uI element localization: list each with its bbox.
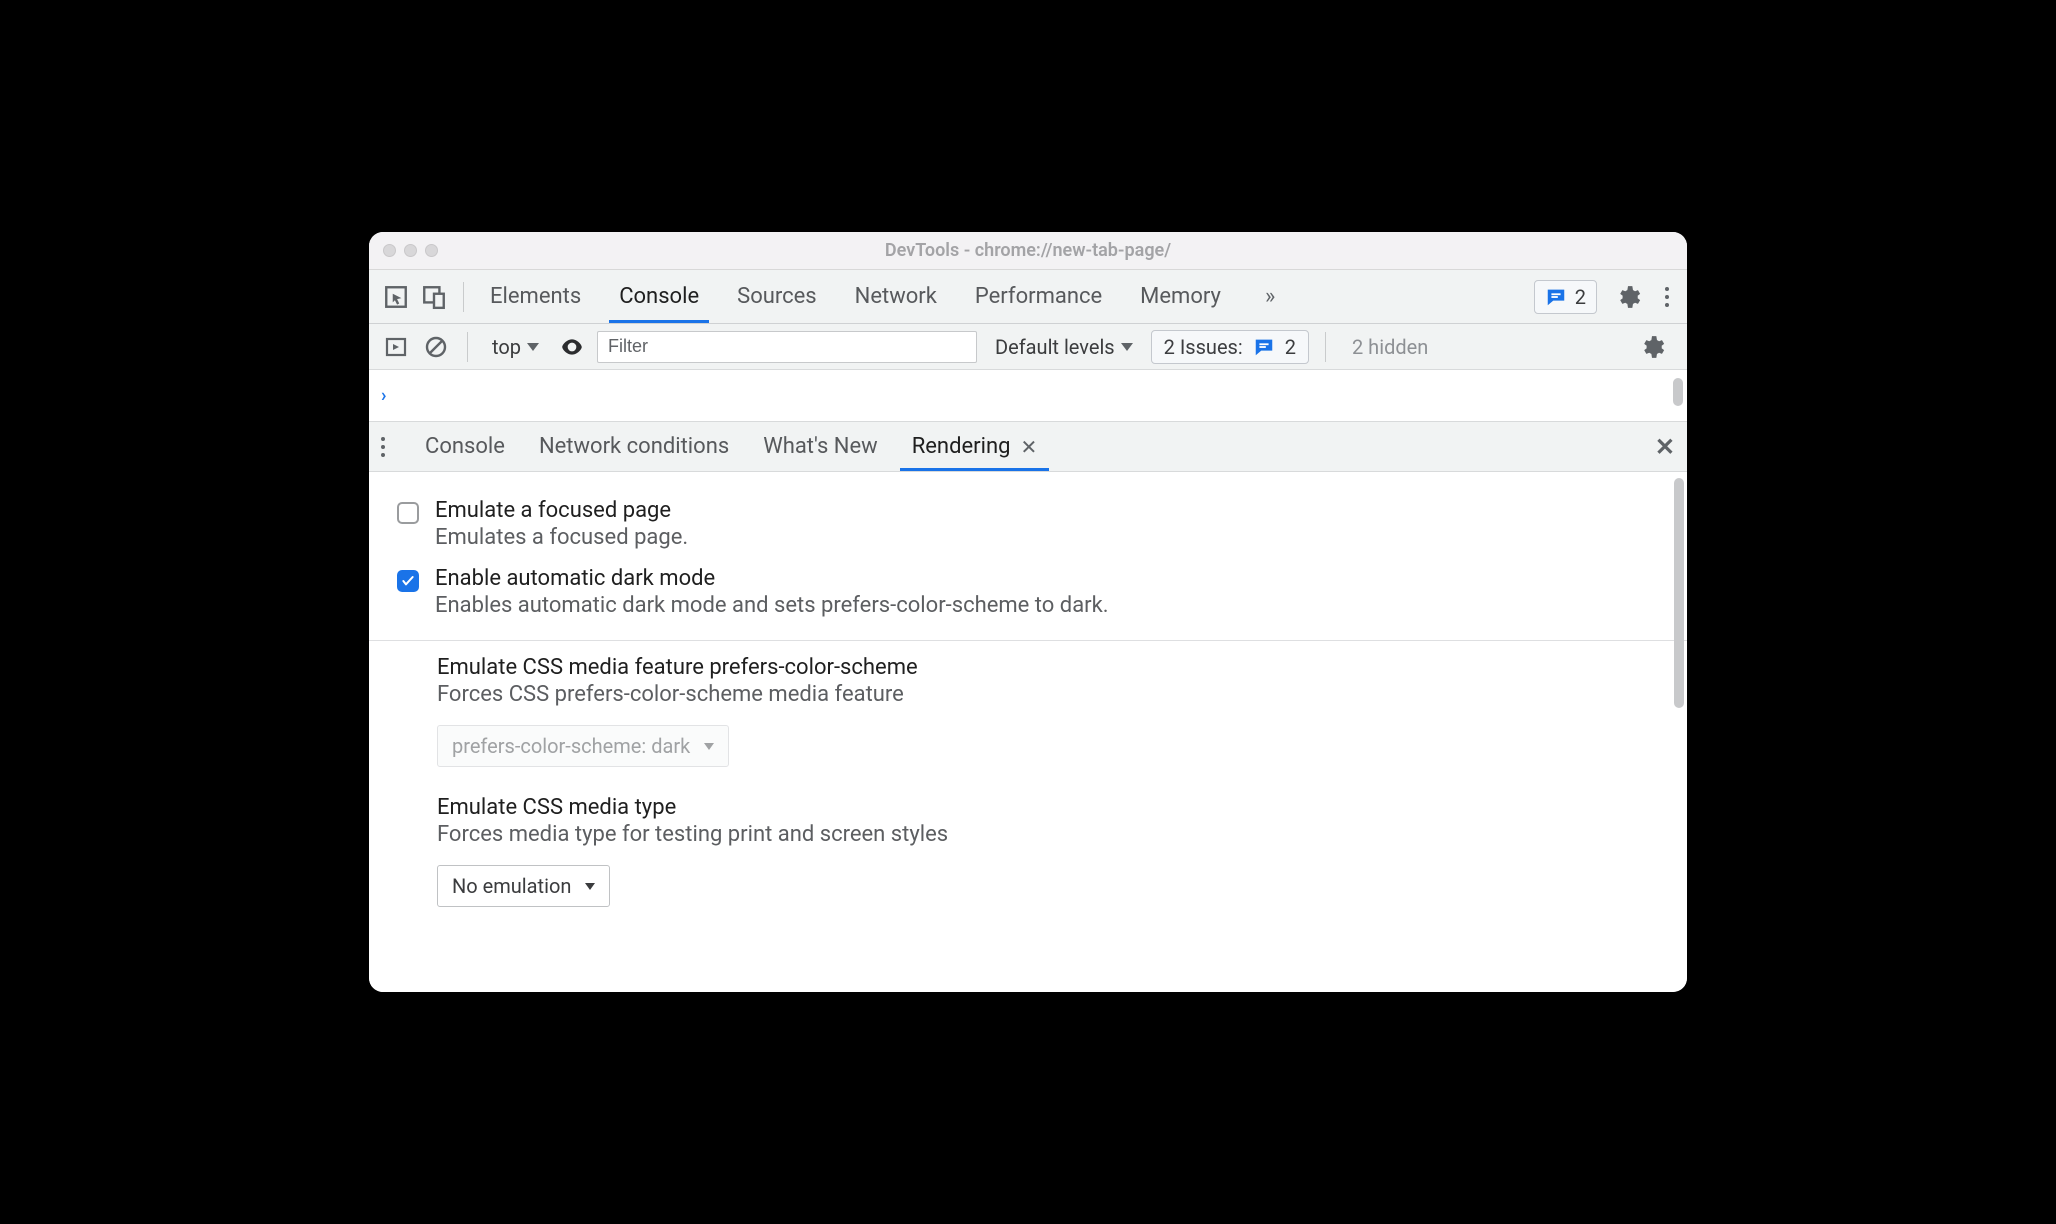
close-drawer-button[interactable]: ✕ (1655, 433, 1675, 461)
messages-count: 2 (1575, 285, 1586, 309)
close-tab-icon[interactable]: ✕ (1020, 435, 1037, 459)
divider (369, 640, 1687, 641)
console-filter-input[interactable] (597, 331, 977, 363)
option-prefers-color-scheme: Emulate CSS media feature prefers-color-… (437, 655, 1659, 767)
drawer-more-button[interactable] (381, 437, 385, 457)
option-title: Enable automatic dark mode (435, 566, 1109, 591)
more-options-button[interactable] (1659, 287, 1675, 307)
devtools-window: DevTools - chrome://new-tab-page/ Elemen… (369, 232, 1687, 992)
drawer-tabbar: Console Network conditions What's New Re… (369, 422, 1687, 472)
log-levels-label: Default levels (995, 335, 1115, 359)
chevron-down-icon (704, 743, 714, 750)
option-description: Emulates a focused page. (435, 525, 688, 550)
drawer-tab-rendering[interactable]: Rendering ✕ (910, 423, 1040, 470)
select-value: prefers-color-scheme: dark (452, 734, 690, 758)
option-description: Forces media type for testing print and … (437, 822, 1659, 847)
separator (467, 332, 468, 362)
tab-memory[interactable]: Memory (1138, 271, 1223, 322)
main-tabs: Elements Console Sources Network Perform… (488, 271, 1526, 322)
tab-elements[interactable]: Elements (488, 271, 583, 322)
option-media-type: Emulate CSS media type Forces media type… (437, 795, 1659, 907)
scrollbar-thumb[interactable] (1673, 378, 1683, 406)
message-icon (1253, 336, 1275, 358)
option-title: Emulate CSS media type (437, 795, 1659, 820)
titlebar: DevTools - chrome://new-tab-page/ (369, 232, 1687, 270)
checkbox-emulate-focused[interactable] (397, 502, 419, 524)
clear-console-icon[interactable] (421, 332, 451, 362)
tab-sources[interactable]: Sources (735, 271, 819, 322)
toggle-sidebar-icon[interactable] (381, 332, 411, 362)
log-levels-selector[interactable]: Default levels (987, 335, 1141, 359)
scrollbar-thumb[interactable] (1674, 478, 1684, 708)
context-label: top (492, 335, 521, 359)
drawer-tab-label: Rendering (912, 434, 1011, 459)
chevron-down-icon (527, 343, 539, 351)
tab-network[interactable]: Network (853, 271, 939, 322)
console-prompt-area[interactable]: › (369, 370, 1687, 422)
hidden-messages-link[interactable]: 2 hidden (1352, 335, 1428, 359)
context-selector[interactable]: top (484, 335, 547, 359)
media-type-select[interactable]: No emulation (437, 865, 610, 907)
prefers-color-scheme-select[interactable]: prefers-color-scheme: dark (437, 725, 729, 767)
option-description: Forces CSS prefers-color-scheme media fe… (437, 682, 1659, 707)
option-title: Emulate CSS media feature prefers-color-… (437, 655, 1659, 680)
console-toolbar: top Default levels 2 Issues: 2 2 hidden (369, 324, 1687, 370)
drawer-tab-label: What's New (763, 434, 878, 459)
drawer-tab-console[interactable]: Console (423, 423, 507, 470)
option-title: Emulate a focused page (435, 498, 688, 523)
issues-label: 2 Issues: (1164, 335, 1243, 359)
select-value: No emulation (452, 874, 571, 898)
settings-button[interactable] (1615, 284, 1641, 310)
separator (463, 282, 464, 312)
option-enable-dark-mode: Enable automatic dark mode Enables autom… (397, 558, 1659, 626)
zoom-window-button[interactable] (425, 244, 438, 257)
option-emulate-focused-page: Emulate a focused page Emulates a focuse… (397, 490, 1659, 558)
close-window-button[interactable] (383, 244, 396, 257)
tab-console[interactable]: Console (617, 271, 701, 322)
window-title: DevTools - chrome://new-tab-page/ (369, 240, 1687, 261)
live-expression-icon[interactable] (557, 332, 587, 362)
chevron-down-icon (1121, 343, 1133, 351)
tab-performance[interactable]: Performance (973, 271, 1104, 322)
device-toggle-icon[interactable] (419, 282, 449, 312)
inspect-element-icon[interactable] (381, 282, 411, 312)
checkbox-enable-dark-mode[interactable] (397, 570, 419, 592)
option-description: Enables automatic dark mode and sets pre… (435, 593, 1109, 618)
window-controls (383, 244, 438, 257)
chevron-down-icon (585, 883, 595, 890)
issues-button[interactable]: 2 Issues: 2 (1151, 330, 1309, 364)
console-settings-button[interactable] (1639, 334, 1665, 360)
prompt-caret-icon: › (381, 385, 386, 406)
rendering-panel: Emulate a focused page Emulates a focuse… (369, 472, 1687, 992)
tabs-overflow-button[interactable]: » (1257, 284, 1283, 309)
separator (1325, 332, 1326, 362)
drawer-tab-whats-new[interactable]: What's New (761, 423, 880, 470)
main-toolbar: Elements Console Sources Network Perform… (369, 270, 1687, 324)
drawer-tab-network-conditions[interactable]: Network conditions (537, 423, 731, 470)
message-icon (1545, 286, 1567, 308)
issues-count: 2 (1285, 335, 1296, 359)
messages-badge[interactable]: 2 (1534, 280, 1597, 314)
drawer-tab-label: Network conditions (539, 434, 729, 459)
minimize-window-button[interactable] (404, 244, 417, 257)
drawer-tab-label: Console (425, 434, 505, 459)
